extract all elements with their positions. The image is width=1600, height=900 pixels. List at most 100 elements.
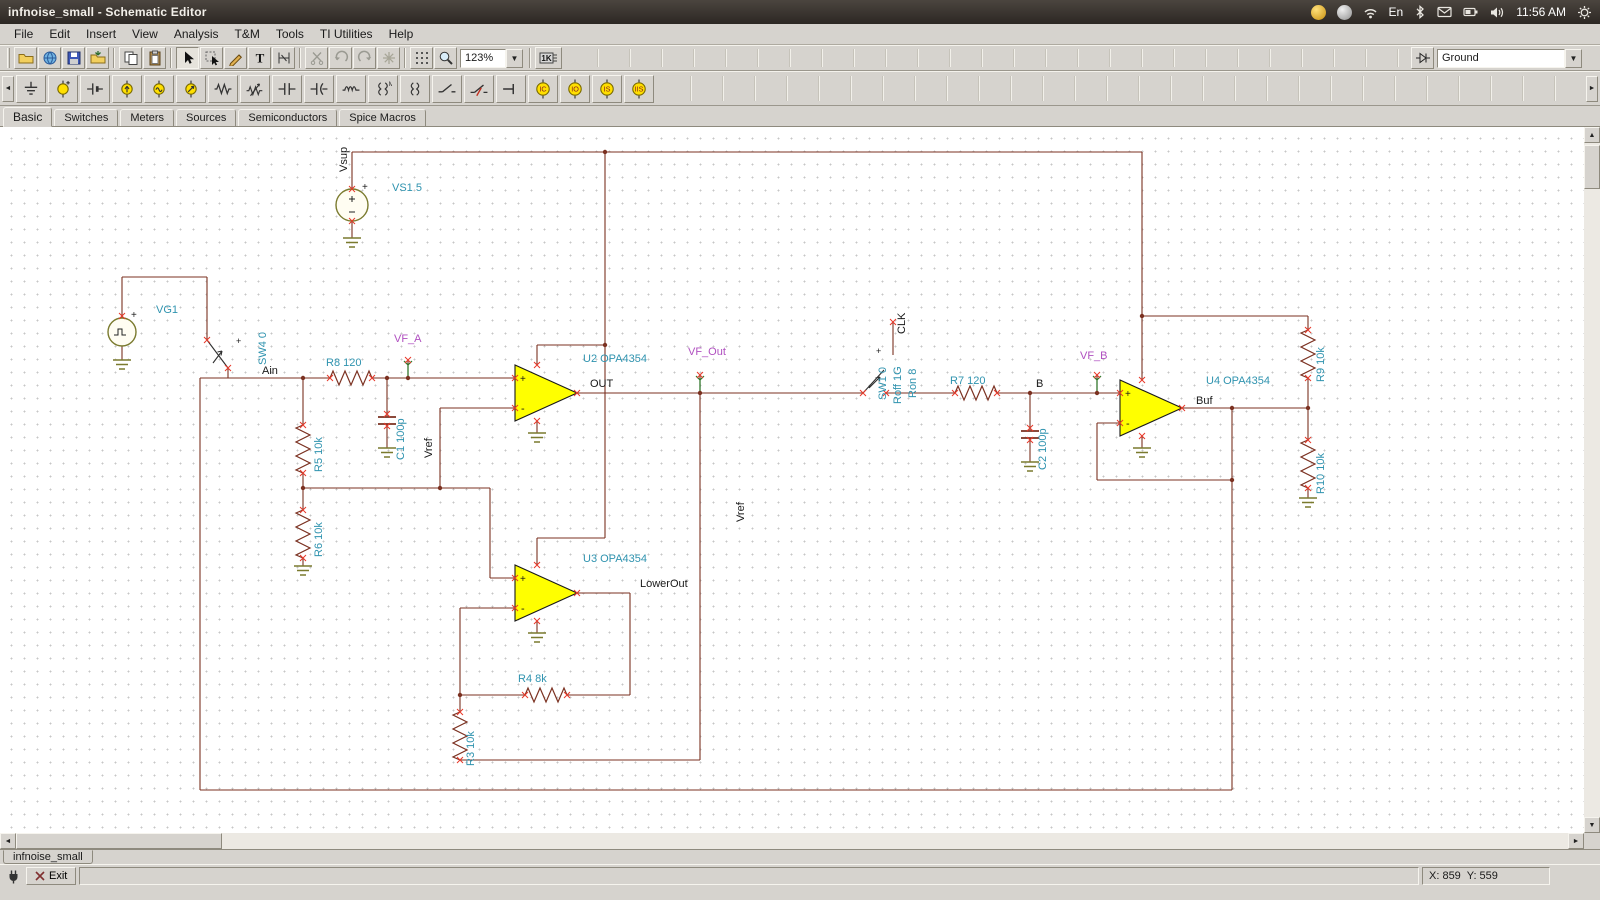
language-indicator[interactable]: En	[1389, 5, 1404, 19]
node-b[interactable]: B	[1036, 378, 1043, 390]
zoom-tool-button[interactable]	[434, 47, 457, 69]
probe-vf-out-label[interactable]: VF_Out	[688, 346, 726, 358]
gear-icon[interactable]	[1577, 5, 1592, 20]
r9-label[interactable]: R9 10k	[1315, 347, 1327, 382]
paste-button[interactable]	[143, 47, 166, 69]
menu-edit[interactable]: Edit	[41, 25, 78, 43]
menu-ti-utilities[interactable]: TI Utilities	[312, 25, 381, 43]
inductor-icon[interactable]	[336, 75, 366, 103]
node-lowerout[interactable]: LowerOut	[640, 578, 688, 590]
document-tab[interactable]: infnoise_small	[3, 850, 93, 864]
r5-resistor[interactable]	[296, 425, 310, 473]
arrange-button[interactable]	[377, 47, 400, 69]
ground-symbol[interactable]	[528, 433, 546, 442]
scroll-left-button[interactable]: ◄	[0, 833, 16, 849]
clock[interactable]: 11:56 AM	[1516, 5, 1566, 19]
undo-button[interactable]	[329, 47, 352, 69]
export-button[interactable]	[38, 47, 61, 69]
scroll-right-button[interactable]: ►	[1568, 833, 1584, 849]
bluetooth-icon[interactable]	[1414, 5, 1426, 19]
wifi-icon[interactable]	[1363, 6, 1378, 19]
grid-toggle-button[interactable]	[410, 47, 433, 69]
component-select-field[interactable]: Ground	[1437, 49, 1565, 68]
wires[interactable]	[122, 152, 1308, 790]
menu-tools[interactable]: Tools	[268, 25, 312, 43]
u4-label[interactable]: U4 OPA4354	[1206, 375, 1270, 387]
menu-file[interactable]: File	[6, 25, 41, 43]
r4-resistor[interactable]	[525, 688, 567, 702]
voltage-source-icon[interactable]	[48, 75, 78, 103]
u2-opamp[interactable]: + -	[515, 365, 577, 421]
r3-label[interactable]: R3 10k	[465, 731, 477, 766]
r5-label[interactable]: R5 10k	[313, 437, 325, 472]
potentiometer-icon[interactable]	[240, 75, 270, 103]
component-symbol-button[interactable]	[1411, 47, 1434, 69]
probe-vf-b-label[interactable]: VF_B	[1080, 350, 1108, 362]
menu-help[interactable]: Help	[381, 25, 422, 43]
text-tool-button[interactable]: T	[248, 47, 271, 69]
r10-label[interactable]: R10 10k	[1315, 453, 1327, 494]
node-out[interactable]: OUT	[590, 378, 614, 390]
node-vsup[interactable]: Vsup	[338, 147, 350, 172]
electrolytic-capacitor-icon[interactable]	[304, 75, 334, 103]
ground-symbol[interactable]	[294, 566, 312, 575]
pin-tool-button[interactable]	[272, 47, 295, 69]
sw1-label[interactable]: SW1 0	[877, 367, 889, 400]
wire-pen-button[interactable]	[224, 47, 247, 69]
battery-icon[interactable]	[80, 75, 110, 103]
node-clk[interactable]: CLK	[896, 312, 908, 334]
tab-spice-macros[interactable]: Spice Macros	[339, 109, 426, 126]
u3-opamp[interactable]: + -	[515, 565, 577, 621]
default-value-button[interactable]: 1K	[535, 47, 562, 69]
menu-analysis[interactable]: Analysis	[166, 25, 227, 43]
r7-resistor[interactable]	[955, 386, 997, 400]
redo-button[interactable]	[353, 47, 376, 69]
resistor-icon[interactable]	[208, 75, 238, 103]
ground-symbol[interactable]	[113, 360, 131, 369]
palette-scroll-right[interactable]: ►	[1586, 76, 1598, 102]
r8-label[interactable]: R8 120	[326, 357, 361, 369]
battery-icon[interactable]	[1463, 6, 1479, 18]
menu-insert[interactable]: Insert	[78, 25, 124, 43]
r9-resistor[interactable]	[1301, 330, 1315, 378]
cut-button[interactable]	[305, 47, 328, 69]
cursor-tool-button[interactable]	[176, 47, 199, 69]
sw1-roff-label[interactable]: Roff 1G	[892, 366, 904, 404]
scroll-down-button[interactable]: ▼	[1584, 817, 1600, 833]
vs1-label[interactable]: VS1 5	[392, 182, 422, 194]
tab-sources[interactable]: Sources	[176, 109, 236, 126]
copy-button[interactable]	[119, 47, 142, 69]
capacitor-icon[interactable]	[272, 75, 302, 103]
c1-label[interactable]: C1 100p	[395, 418, 407, 460]
r10-resistor[interactable]	[1301, 440, 1315, 488]
u4-opamp[interactable]: + -	[1120, 380, 1182, 436]
controlled-source-io-icon[interactable]: IO	[560, 75, 590, 103]
menu-view[interactable]: View	[124, 25, 166, 43]
r6-label[interactable]: R6 10k	[313, 522, 325, 557]
switch-icon[interactable]	[432, 75, 462, 103]
tab-switches[interactable]: Switches	[54, 109, 118, 126]
node-vref-a[interactable]: Vref	[423, 437, 435, 458]
open-button[interactable]	[14, 47, 37, 69]
scroll-up-button[interactable]: ▲	[1584, 127, 1600, 143]
sw4-label[interactable]: SW4 0	[257, 332, 269, 365]
u3-label[interactable]: U3 OPA4354	[583, 553, 647, 565]
r7-label[interactable]: R7 120	[950, 375, 985, 387]
current-generator-icon[interactable]	[176, 75, 206, 103]
r8-resistor[interactable]	[330, 371, 372, 385]
zoom-value-field[interactable]: 123%	[460, 49, 506, 68]
sw4-switch[interactable]	[207, 340, 228, 368]
vg1-label[interactable]: VG1	[156, 304, 178, 316]
tab-basic[interactable]: Basic	[3, 107, 52, 127]
node-vref-mid[interactable]: Vref	[735, 501, 747, 522]
schematic-canvas[interactable]: + + + +	[0, 127, 1584, 833]
controlled-source-iis-icon[interactable]: IIS	[624, 75, 654, 103]
tab-semiconductors[interactable]: Semiconductors	[238, 109, 337, 126]
mail-icon[interactable]	[1437, 6, 1452, 18]
controlled-switch-icon[interactable]	[464, 75, 494, 103]
ground-icon[interactable]	[16, 75, 46, 103]
horizontal-scrollbar[interactable]: ◄ ►	[0, 833, 1584, 849]
select-tool-button[interactable]	[200, 47, 223, 69]
voltage-generator-icon[interactable]	[144, 75, 174, 103]
keyring-icon[interactable]	[1311, 5, 1326, 20]
